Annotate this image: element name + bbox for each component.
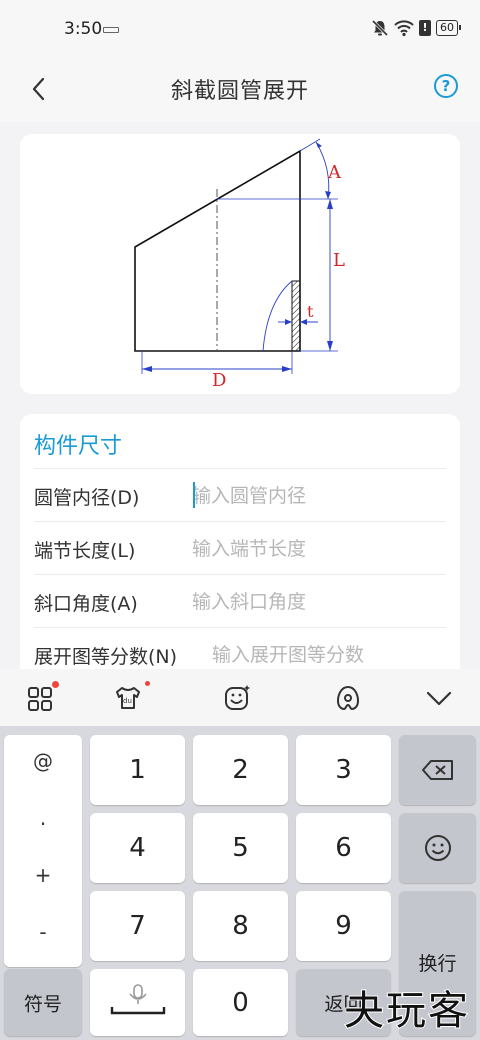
angle-arc — [315, 141, 330, 200]
page-title: 斜截圆管展开 — [170, 79, 309, 104]
collapse-keyboard-chevron-icon[interactable] — [424, 683, 454, 713]
divisions-input[interactable] — [212, 640, 442, 670]
length-input[interactable] — [192, 534, 432, 564]
sticker-face-icon[interactable] — [222, 683, 252, 713]
notification-dot — [52, 681, 59, 688]
key-2[interactable]: 2 — [193, 735, 288, 805]
wifi-icon — [394, 20, 414, 37]
diagram-card: A L t D — [20, 134, 460, 394]
apps-grid-icon[interactable] — [26, 683, 56, 713]
key-1[interactable]: 1 — [90, 735, 185, 805]
section-title: 构件尺寸 — [34, 434, 123, 459]
key-4[interactable]: 4 — [90, 813, 185, 883]
status-time: 3:50 — [64, 19, 103, 39]
diameter-input[interactable] — [192, 481, 432, 511]
key-9[interactable]: 9 — [296, 891, 391, 961]
angle-label: 斜口角度(A) — [34, 593, 138, 615]
svg-text:du: du — [123, 697, 132, 705]
label-t: t — [307, 302, 314, 321]
key-3[interactable]: 3 — [296, 735, 391, 805]
divisions-label: 展开图等分数(N) — [34, 646, 178, 668]
pipe-cut-diagram: A L t D — [134, 138, 345, 391]
mute-bell-icon — [371, 19, 389, 37]
keyboard-indicator-icon — [103, 27, 119, 33]
alert-icon: ! — [419, 20, 431, 36]
space-voice-key[interactable] — [90, 969, 185, 1036]
key-6[interactable]: 6 — [296, 813, 391, 883]
form-row-diameter: 圆管内径(D) — [34, 468, 446, 521]
label-A: A — [327, 162, 342, 183]
wall-hatch — [291, 280, 301, 352]
assistant-icon[interactable] — [333, 683, 363, 713]
key-minus[interactable]: - — [4, 920, 82, 944]
key-0[interactable]: 0 — [193, 969, 288, 1036]
key-dot[interactable]: . — [4, 806, 82, 830]
form-row-angle: 斜口角度(A) — [34, 574, 446, 627]
label-L: L — [333, 250, 345, 271]
dimensions-form: 构件尺寸 圆管内径(D) 端节长度(L) 斜口角度(A) 展开图等分数(N) — [20, 414, 460, 684]
diameter-label: 圆管内径(D) — [34, 487, 140, 509]
enter-key-label: 换行 — [418, 953, 457, 975]
soft-keyboard: du @ . + - 1 2 3 4 5 6 7 8 9 换行 符号 0 返回 … — [0, 669, 480, 1040]
length-label: 端节长度(L) — [34, 540, 136, 562]
key-plus[interactable]: + — [4, 863, 82, 887]
symbol-key[interactable]: 符号 — [4, 969, 82, 1036]
key-8[interactable]: 8 — [193, 891, 288, 961]
backspace-key[interactable] — [399, 735, 476, 805]
form-row-length: 端节长度(L) — [34, 521, 446, 574]
microphone-icon — [110, 984, 166, 1015]
key-5[interactable]: 5 — [193, 813, 288, 883]
emoji-smile-icon — [425, 835, 451, 861]
battery-icon: 60 — [436, 20, 461, 36]
watermark: 夬玩客 — [343, 987, 470, 1035]
keyboard-toolbar: du — [0, 669, 480, 726]
status-bar: 3:50 ! 60 — [0, 0, 480, 60]
inner-arc — [262, 280, 293, 352]
help-icon[interactable]: ? — [434, 74, 458, 98]
key-at[interactable]: @ — [4, 749, 82, 773]
key-7[interactable]: 7 — [90, 891, 185, 961]
angle-input[interactable] — [192, 587, 432, 617]
status-icons: ! 60 — [371, 19, 461, 37]
skin-shirt-icon[interactable]: du — [113, 683, 143, 713]
label-D: D — [212, 370, 226, 391]
emoji-key[interactable] — [399, 813, 476, 883]
symbol-column[interactable]: @ . + - — [4, 735, 82, 967]
backspace-icon — [422, 760, 453, 780]
notification-dot — [145, 681, 150, 686]
app-header: 斜截圆管展开 ? — [0, 60, 480, 122]
text-cursor — [193, 482, 195, 508]
